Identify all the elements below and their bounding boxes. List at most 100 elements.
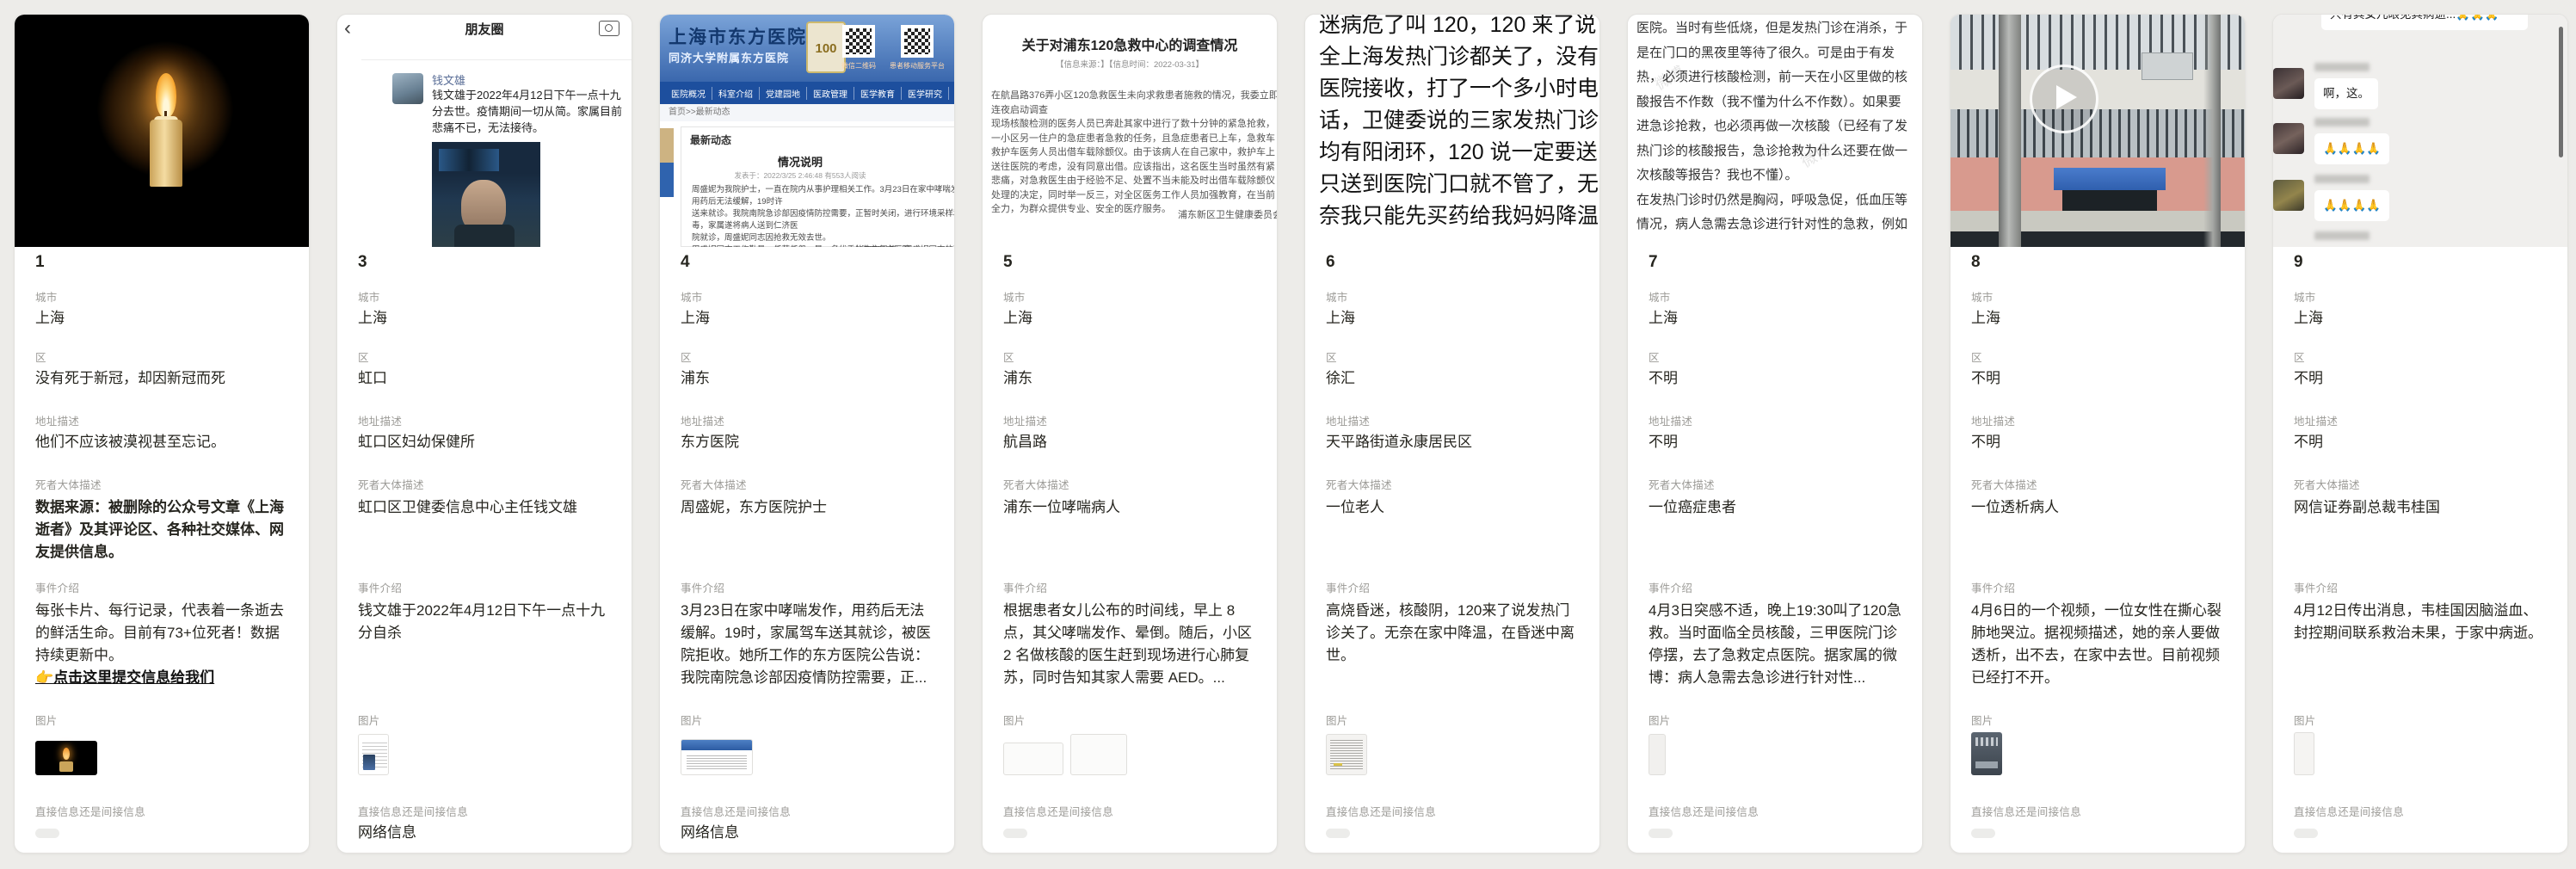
field-value-address: 虹口区妇幼保健所: [358, 431, 611, 453]
card-3[interactable]: ‹ 朋友圈 钱文雄 钱文雄于2022年4月12日下午一点十九分去世。疫情期间一切…: [336, 14, 632, 854]
empty-source-pill: [2294, 829, 2318, 838]
field-value-deceased: 网信证券副总裁韦桂国: [2294, 496, 2547, 519]
field-label-district: 区: [1326, 348, 1579, 365]
text-line: 在发热门诊时仍然是胸闷，呼吸急促，低血压等: [1636, 188, 1907, 213]
document-thumbnail[interactable]: [1003, 743, 1063, 775]
nav-item: 医院概况: [665, 87, 712, 100]
field-label-source: 直接信息还是间接信息: [2294, 803, 2547, 819]
field-value-city: 上海: [1326, 307, 1579, 330]
field-label-district: 区: [1971, 348, 2224, 365]
field-label-source: 直接信息还是间接信息: [1649, 803, 1901, 819]
image-thumbnails: [358, 732, 611, 775]
avatar: [2273, 123, 2304, 154]
card-number: 5: [1003, 253, 1256, 272]
card-number: 7: [1649, 253, 1901, 272]
field-label-event: 事件介绍: [358, 579, 611, 595]
field-label-district: 区: [358, 348, 611, 365]
text-screenshot-image: 迷病危了叫 120，120 来了说 全上海发热门诊都关了，没有 医院接收，打了一…: [1305, 15, 1599, 247]
field-label-deceased: 死者大体描述: [681, 476, 934, 492]
qr-label: 患者移动服务平台: [887, 61, 947, 71]
section-title: 最新动态: [690, 133, 731, 147]
pole: [2203, 15, 2221, 247]
field-value-source: [1971, 822, 2224, 838]
field-label-city: 城市: [1649, 288, 1901, 305]
image-thumbnails: [1003, 732, 1256, 775]
field-label-deceased: 死者大体描述: [1649, 476, 1901, 492]
field-label-district: 区: [2294, 348, 2547, 365]
text-line: 话，卫健委说的三家发热门诊: [1319, 105, 1599, 137]
site-header: 上海市东方医院 同济大学附属东方医院 100 微信二维码 患者移动服务平台: [660, 15, 954, 82]
field-value-address: 东方医院: [681, 431, 934, 453]
chat-thumbnail[interactable]: [2294, 732, 2314, 775]
card-4[interactable]: 上海市东方医院 同济大学附属东方医院 100 微信二维码 患者移动服务平台 医院…: [659, 14, 955, 854]
field-value-city: 上海: [681, 307, 934, 330]
card-8[interactable]: 8 城市 上海 区 不明 地址描述 不明 死者大体描述 一位透析病人 事件介绍 …: [1950, 14, 2246, 854]
divider: [361, 59, 632, 60]
article-meta: 发表于：2022/3/25 2:46:48 有553人阅读: [681, 170, 919, 181]
report-title: 关于对浦东120急救中心的调查情况: [983, 34, 1277, 54]
field-label-source: 直接信息还是间接信息: [1003, 803, 1256, 819]
field-label-address: 地址描述: [35, 412, 288, 428]
image-thumbnails: [1971, 732, 2224, 775]
video-thumbnail[interactable]: [1971, 732, 2002, 775]
card-7[interactable]: 微博 微博 医院。当时有些低烧，但是发热门诊在消杀，于 是在门口的黑夜里等待了很…: [1627, 14, 1923, 854]
field-label-image: 图片: [681, 712, 934, 728]
card-number: 4: [681, 253, 934, 272]
card-number: 8: [1971, 253, 2224, 272]
candle-thumbnail[interactable]: [35, 741, 97, 775]
field-label-deceased: 死者大体描述: [1003, 476, 1256, 492]
report-line: 在航昌路376弄小区120急救医生未向求救患者施救的情况，我委立即连夜启动调查: [991, 89, 1277, 117]
card-1[interactable]: 1 城市 上海 区 没有死于新冠，却因新冠而死 地址描述 他们不应该被漠视甚至忘…: [14, 14, 310, 854]
field-label-event: 事件介绍: [1971, 579, 2224, 595]
field-label-address: 地址描述: [1971, 412, 2224, 428]
report-signature: 浦东新区卫生健康委员会: [1178, 207, 1277, 221]
field-value-deceased: 浦东一位哮喘病人: [1003, 496, 1256, 519]
report-line: 处理的决定，同时举一反三，对全区医务工作人员加强教育，在当前: [991, 188, 1277, 203]
chat-thumbnail[interactable]: [1326, 734, 1367, 775]
qr-label: 微信二维码: [829, 61, 889, 71]
text-line: 热门诊的核酸报告，急诊抢救为什么还要在做一: [1636, 139, 1907, 164]
website-thumbnail[interactable]: [681, 739, 753, 775]
wechat-chat-image: 只有其女儿眼见其病逝...🙏🙏🙏 啊，这。 🙏🙏🙏🙏 🙏🙏🙏🙏: [2273, 15, 2567, 247]
report-document-image: 关于对浦东120急救中心的调查情况 【信息来源：】【信息时间：2022-03-3…: [983, 15, 1277, 247]
air-conditioner: [2142, 52, 2193, 80]
report-line: 悲痛，对急救医生由于经验不足、处置不当未能及时出借车载除颤仪: [991, 174, 1277, 188]
field-label-city: 城市: [1971, 288, 2224, 305]
text-thumbnail[interactable]: [1649, 734, 1666, 775]
field-value-district: 徐汇: [1326, 367, 1579, 390]
field-value-deceased: 虹口区卫健委信息中心主任钱文雄: [358, 496, 611, 519]
qr-code: [842, 25, 875, 58]
nav-item: 医政管理: [807, 87, 854, 100]
document-thumbnail[interactable]: [1070, 734, 1127, 775]
field-label-deceased: 死者大体描述: [358, 476, 611, 492]
report-line: 送往医院的考虑，没有同意出借。应该指出，这名医生当时虽然有紧: [991, 160, 1277, 175]
text-line: 次核酸等报告？我也不懂）。: [1636, 163, 1907, 188]
field-label-address: 地址描述: [358, 412, 611, 428]
field-label-event: 事件介绍: [1326, 579, 1579, 595]
text-line: 只送到医院门口就不管了，无: [1319, 169, 1599, 200]
card-9[interactable]: 只有其女儿眼见其病逝...🙏🙏🙏 啊，这。 🙏🙏🙏🙏 🙏🙏🙏🙏 9 城市 上海 …: [2272, 14, 2568, 854]
field-value-event: 高烧昏迷，核酸阴，120来了说发热门诊关了。无奈在家中降温，在昏迷中离世。: [1326, 600, 1579, 667]
field-value-address: 天平路街道永康居民区: [1326, 431, 1579, 453]
empty-source-pill: [1003, 829, 1027, 838]
field-label-image: 图片: [358, 712, 611, 728]
blurred-name: [2314, 231, 2370, 240]
window-band: [1950, 15, 2245, 70]
card-6[interactable]: 迷病危了叫 120，120 来了说 全上海发热门诊都关了，没有 医院接收，打了一…: [1304, 14, 1600, 854]
body-line: 周盛妮同志工作勤恳，任劳任怨，是一名优秀的白衣天使。周盛妮同志的不幸去世，是我院…: [692, 244, 954, 247]
field-label-image: 图片: [1971, 712, 2224, 728]
chat-bubble: 🙏🙏🙏🙏: [2314, 133, 2389, 164]
moments-thumbnail[interactable]: [358, 734, 389, 775]
report-meta: 【信息来源：】【信息时间：2022-03-31】: [983, 58, 1277, 70]
blurred-name: [2314, 118, 2370, 126]
submit-info-link[interactable]: 👉点击这里提交信息给我们: [35, 667, 288, 689]
site-nav: 医院概况 科室介绍 党建园地 医政管理 医学教育 医学研究 国际交流 护理风采 …: [660, 82, 954, 104]
card-5[interactable]: 关于对浦东120急救中心的调查情况 【信息来源：】【信息时间：2022-03-3…: [982, 14, 1278, 854]
article-box: 最新动态 情况说明 发表于：2022/3/25 2:46:48 有553人阅读 …: [681, 126, 954, 247]
chat-bubble: 🙏🙏🙏🙏: [2314, 190, 2389, 221]
ledge: [1950, 211, 2245, 231]
field-value-deceased: 数据来源：被删除的公众号文章《上海逝者》及其评论区、各种社交媒体、网友提供信息。: [35, 496, 288, 564]
field-value-address: 他们不应该被漠视甚至忘记。: [35, 431, 288, 453]
field-value-source: [1649, 822, 1901, 838]
field-label-address: 地址描述: [681, 412, 934, 428]
